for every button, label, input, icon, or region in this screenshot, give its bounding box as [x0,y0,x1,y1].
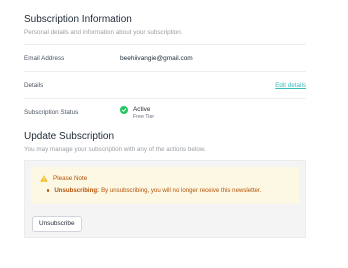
status-row: Subscription Status Active Free Tier [24,98,306,125]
note-item-bold: Unsubscribing: [54,187,100,194]
note-item: Unsubscribing: By unsubscribing, you wil… [40,187,290,194]
note-item-text: By unsubscribing, you will no longer rec… [101,187,262,194]
update-subscription-title: Update Subscription [24,131,115,142]
update-subscription-section: Update Subscription You may manage your … [24,130,306,238]
page: Subscription Information Personal detail… [0,0,348,268]
edit-details-link[interactable]: Edit details [275,82,306,89]
status-value-group: Active Free Tier [120,106,154,121]
status-text: Active Free Tier [133,106,154,121]
subscription-info-subtitle: Personal details and information about y… [24,29,183,36]
email-row: Email Address beehiivangie@gmail.com [24,44,306,71]
warning-triangle-icon [40,175,48,182]
subscription-info-section: Subscription Information Personal detail… [24,13,306,130]
note-title-row: Please Note [40,174,290,183]
update-subscription-subtitle: You may manage your subscription with an… [24,146,206,153]
status-label: Subscription Status [24,108,79,116]
check-circle-icon [120,106,128,114]
actions-card: Please Note Unsubscribing: By unsubscrib… [24,160,306,238]
subscription-info-header: Subscription Information Personal detail… [24,13,306,44]
unsubscribe-button[interactable]: Unsubscribe [32,216,82,232]
details-label: Details [24,81,44,89]
update-subscription-header: Update Subscription You may manage your … [24,130,306,160]
subscription-info-title: Subscription Information [24,14,132,25]
bullet-dot [47,189,50,192]
details-row: Details Edit details [24,71,306,98]
note-title: Please Note [53,175,88,182]
status-tier: Free Tier [133,114,155,120]
email-value: beehiivangie@gmail.com [120,54,193,62]
email-label: Email Address [24,54,65,62]
status-value: Active [133,106,151,113]
note-box: Please Note Unsubscribing: By unsubscrib… [31,167,299,204]
